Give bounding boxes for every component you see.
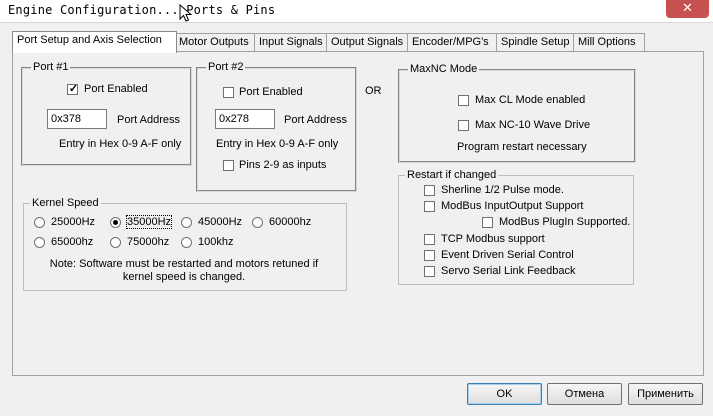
mouse-cursor-icon <box>179 4 193 22</box>
tab-port-setup[interactable]: Port Setup and Axis Selection <box>12 31 177 53</box>
tab-label: Input Signals <box>259 36 323 48</box>
tab-motor-outputs[interactable]: Motor Outputs <box>174 33 256 51</box>
maxnc-note: Program restart necessary <box>457 141 587 153</box>
title-bar[interactable]: Engine Configuration... Ports & Pins ✕ <box>0 0 713 23</box>
wave-drive-checkbox[interactable] <box>458 120 469 131</box>
maxnc-legend: MaxNC Mode <box>408 63 480 75</box>
tab-mill-options[interactable]: Mill Options <box>573 33 645 51</box>
tab-output-signals[interactable]: Output Signals <box>326 33 410 51</box>
kernel-radio-100k[interactable] <box>181 237 192 248</box>
radio-selected-dot <box>113 220 118 225</box>
kernel-radio-45000[interactable] <box>181 217 192 228</box>
tab-label: Port Setup and Axis Selection <box>17 34 162 46</box>
kernel-note-line: Note: Software must be restarted and mot… <box>49 258 319 270</box>
kernel-option-label: 65000hz <box>51 236 94 248</box>
kernel-option-label: 25000Hz <box>51 216 96 228</box>
tab-input-signals[interactable]: Input Signals <box>254 33 330 51</box>
cancel-button[interactable]: Отмена <box>547 383 622 405</box>
kernel-radio-25000[interactable] <box>34 217 45 228</box>
wave-drive-label: Max NC-10 Wave Drive <box>475 119 591 131</box>
event-serial-label: Event Driven Serial Control <box>441 249 574 261</box>
port2-address-input[interactable]: 0x278 <box>215 109 275 129</box>
port2-pins-inputs-checkbox[interactable] <box>223 160 234 171</box>
modbus-io-checkbox[interactable] <box>424 201 435 212</box>
tab-label: Spindle Setup <box>501 36 570 48</box>
port2-address-label: Port Address <box>284 114 347 126</box>
kernel-option-label: 100khz <box>198 236 234 248</box>
kernel-option-label: 60000hz <box>269 216 312 228</box>
port2-enabled-label: Port Enabled <box>239 86 303 98</box>
tab-encoder-mpg[interactable]: Encoder/MPG's <box>407 33 499 51</box>
kernel-radio-75000[interactable] <box>110 237 121 248</box>
port1-hint: Entry in Hex 0-9 A-F only <box>59 138 182 150</box>
kernel-option-label: 35000Hz <box>125 215 173 229</box>
port1-legend: Port #1 <box>31 61 71 73</box>
dialog-window: Engine Configuration... Ports & Pins ✕ P… <box>0 0 713 416</box>
modbus-plugin-checkbox[interactable] <box>482 217 493 228</box>
event-serial-checkbox[interactable] <box>424 250 435 261</box>
kernel-note: Note: Software must be restarted and mot… <box>24 258 344 284</box>
kernel-note-line: kernel speed is changed. <box>122 271 246 283</box>
kernel-radio-65000[interactable] <box>34 237 45 248</box>
or-label: OR <box>365 85 382 97</box>
close-button[interactable]: ✕ <box>666 0 709 18</box>
ok-button[interactable]: OK <box>467 383 542 405</box>
check-icon: ✓ <box>68 83 79 95</box>
tab-spindle-setup[interactable]: Spindle Setup <box>496 33 576 51</box>
port1-address-label: Port Address <box>117 114 180 126</box>
close-icon: ✕ <box>682 1 693 16</box>
port1-enabled-label: Port Enabled <box>84 83 148 95</box>
servo-serial-checkbox[interactable] <box>424 266 435 277</box>
tab-label: Encoder/MPG's <box>412 36 489 48</box>
max-cl-mode-label: Max CL Mode enabled <box>475 94 586 106</box>
apply-button[interactable]: Применить <box>628 383 703 405</box>
sherline-checkbox[interactable] <box>424 185 435 196</box>
tcp-modbus-checkbox[interactable] <box>424 234 435 245</box>
port2-hint: Entry in Hex 0-9 A-F only <box>216 138 339 150</box>
window-title: Engine Configuration... Ports & Pins <box>8 3 276 17</box>
servo-serial-label: Servo Serial Link Feedback <box>441 265 576 277</box>
port1-address-input[interactable]: 0x378 <box>47 109 107 129</box>
port2-pins-inputs-label: Pins 2-9 as inputs <box>239 159 327 171</box>
tab-label: Output Signals <box>331 36 404 48</box>
restart-legend: Restart if changed <box>405 169 499 181</box>
port2-enabled-checkbox[interactable] <box>223 87 234 98</box>
port2-legend: Port #2 <box>206 61 246 73</box>
kernel-radio-35000[interactable] <box>110 217 121 228</box>
tab-label: Motor Outputs <box>179 36 249 48</box>
max-cl-mode-checkbox[interactable] <box>458 95 469 106</box>
modbus-io-label: ModBus InputOutput Support <box>441 200 584 212</box>
kernel-radio-60000[interactable] <box>252 217 263 228</box>
modbus-plugin-label: ModBus PlugIn Supported. <box>499 216 631 228</box>
port1-enabled-checkbox[interactable]: ✓ <box>67 83 79 95</box>
tab-label: Mill Options <box>578 36 636 48</box>
kernel-option-label: 45000Hz <box>198 216 243 228</box>
tcp-modbus-label: TCP Modbus support <box>441 233 545 245</box>
sherline-label: Sherline 1/2 Pulse mode. <box>441 184 564 196</box>
kernel-speed-legend: Kernel Speed <box>30 197 101 209</box>
kernel-option-label: 75000hz <box>127 236 170 248</box>
